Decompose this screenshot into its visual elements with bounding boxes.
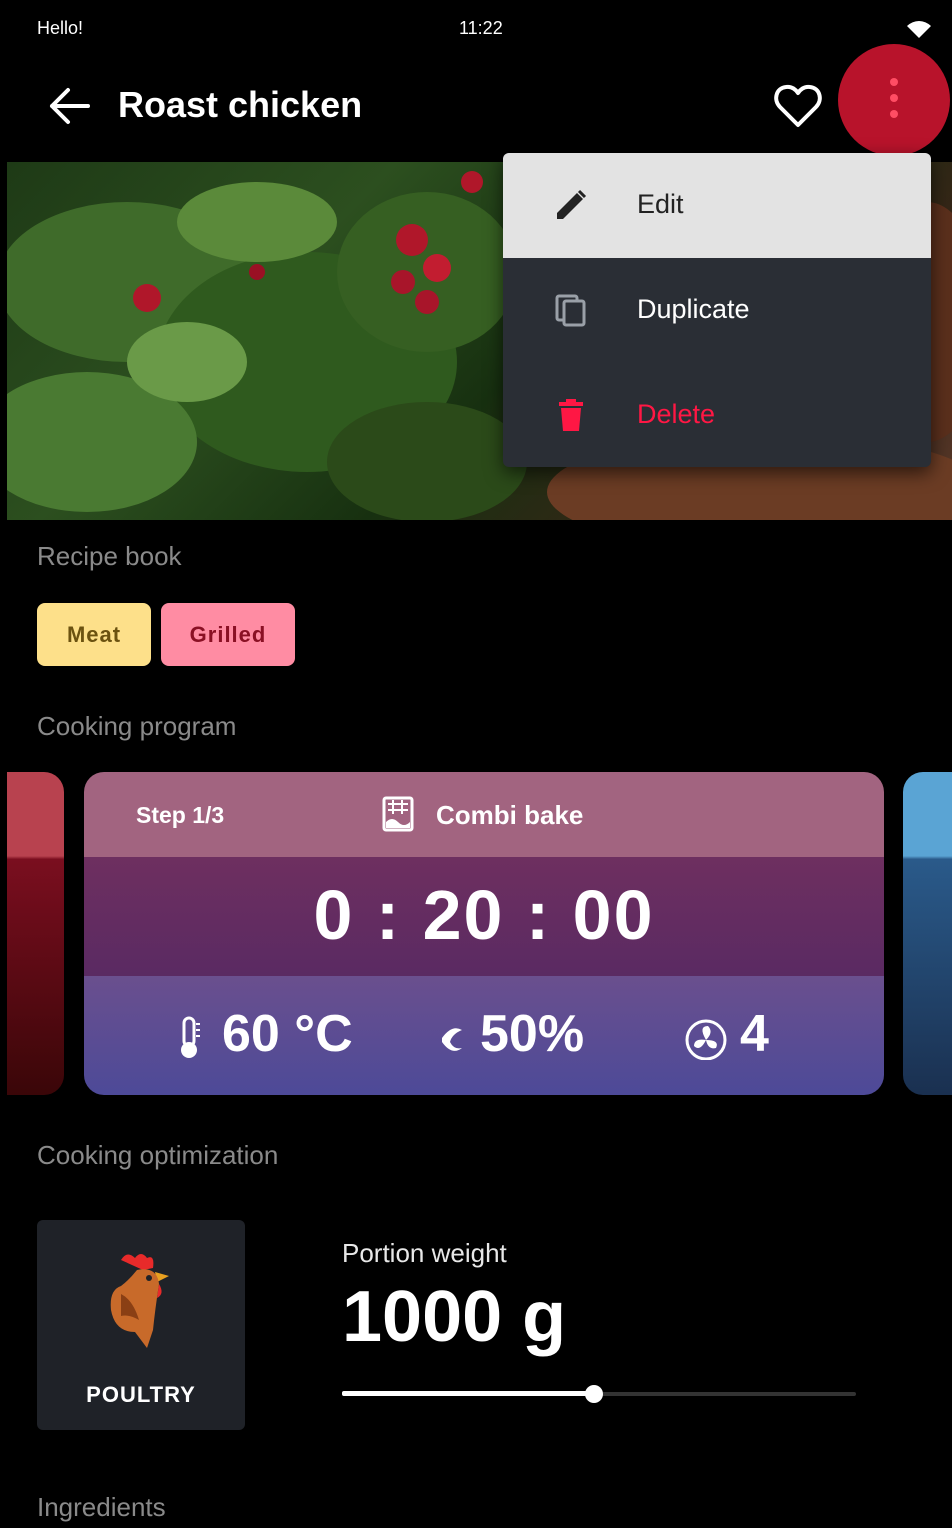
cooking-program-label: Cooking program: [37, 711, 237, 741]
portion-weight-value: 1000 g: [342, 1277, 567, 1357]
step-settings-band: 60 °C 50% 4: [84, 976, 884, 1095]
trash-icon: [559, 399, 583, 431]
slider-handle[interactable]: [584, 1385, 603, 1403]
humidity-value: 50%: [480, 1005, 585, 1063]
more-dot: [890, 94, 898, 102]
step-duration: 0 : 20 : 00: [313, 876, 655, 954]
menu-item-label: Delete: [637, 399, 716, 429]
wifi-icon: [907, 21, 931, 38]
more-options-button[interactable]: [838, 44, 950, 156]
previous-step-card[interactable]: [7, 772, 64, 1095]
menu-item-label: Duplicate: [637, 294, 750, 324]
portion-weight-slider[interactable]: [342, 1385, 856, 1403]
status-time: 11:22: [459, 18, 503, 38]
copy-icon: [555, 294, 586, 327]
menu-item-duplicate[interactable]: Duplicate: [503, 258, 931, 363]
back-arrow-icon[interactable]: [48, 86, 92, 126]
cooking-mode: Combi bake: [436, 800, 584, 830]
step-header: Step 1/3 Combi bake: [84, 772, 884, 857]
poultry-category-tile[interactable]: POULTRY: [37, 1220, 245, 1430]
ingredients-label: Ingredients: [37, 1492, 166, 1522]
more-dot: [890, 78, 898, 86]
menu-item-delete[interactable]: Delete: [503, 363, 931, 467]
status-greeting: Hello!: [37, 18, 84, 38]
chip-grilled[interactable]: Grilled: [161, 603, 295, 666]
status-bar: Hello! 11:22: [0, 0, 952, 58]
rooster-icon: [110, 1254, 169, 1348]
thermometer-icon: [181, 1016, 200, 1058]
app-bar: Roast chicken: [0, 44, 952, 162]
fan-icon: [685, 1019, 727, 1060]
slider-fill: [342, 1391, 594, 1396]
step-indicator: Step 1/3: [136, 802, 225, 828]
menu-item-label: Edit: [637, 189, 684, 219]
recipe-book-label: Recipe book: [37, 541, 182, 571]
menu-item-edit[interactable]: Edit: [503, 153, 931, 258]
page-title: Roast chicken: [118, 84, 363, 125]
overflow-menu: Edit Duplicate Delete: [503, 153, 931, 467]
humidity-icon: [442, 1028, 462, 1051]
favorite-heart-icon[interactable]: [772, 80, 824, 132]
combi-bake-icon: [382, 796, 414, 832]
portion-weight-label: Portion weight: [342, 1238, 507, 1268]
more-dot: [890, 110, 898, 118]
temperature-value: 60 °C: [222, 1005, 353, 1063]
cooking-optimization-label: Cooking optimization: [37, 1140, 279, 1170]
category-label: POULTRY: [86, 1382, 196, 1407]
chip-meat[interactable]: Meat: [37, 603, 151, 666]
step-timer-band: 0 : 20 : 00: [84, 857, 884, 976]
next-step-card[interactable]: [903, 772, 952, 1095]
fan-level-value: 4: [740, 1005, 769, 1063]
pencil-icon: [557, 189, 587, 219]
program-step-card[interactable]: Step 1/3 Combi bake 0 : 20 : 00 60 °C 50…: [84, 772, 884, 1095]
